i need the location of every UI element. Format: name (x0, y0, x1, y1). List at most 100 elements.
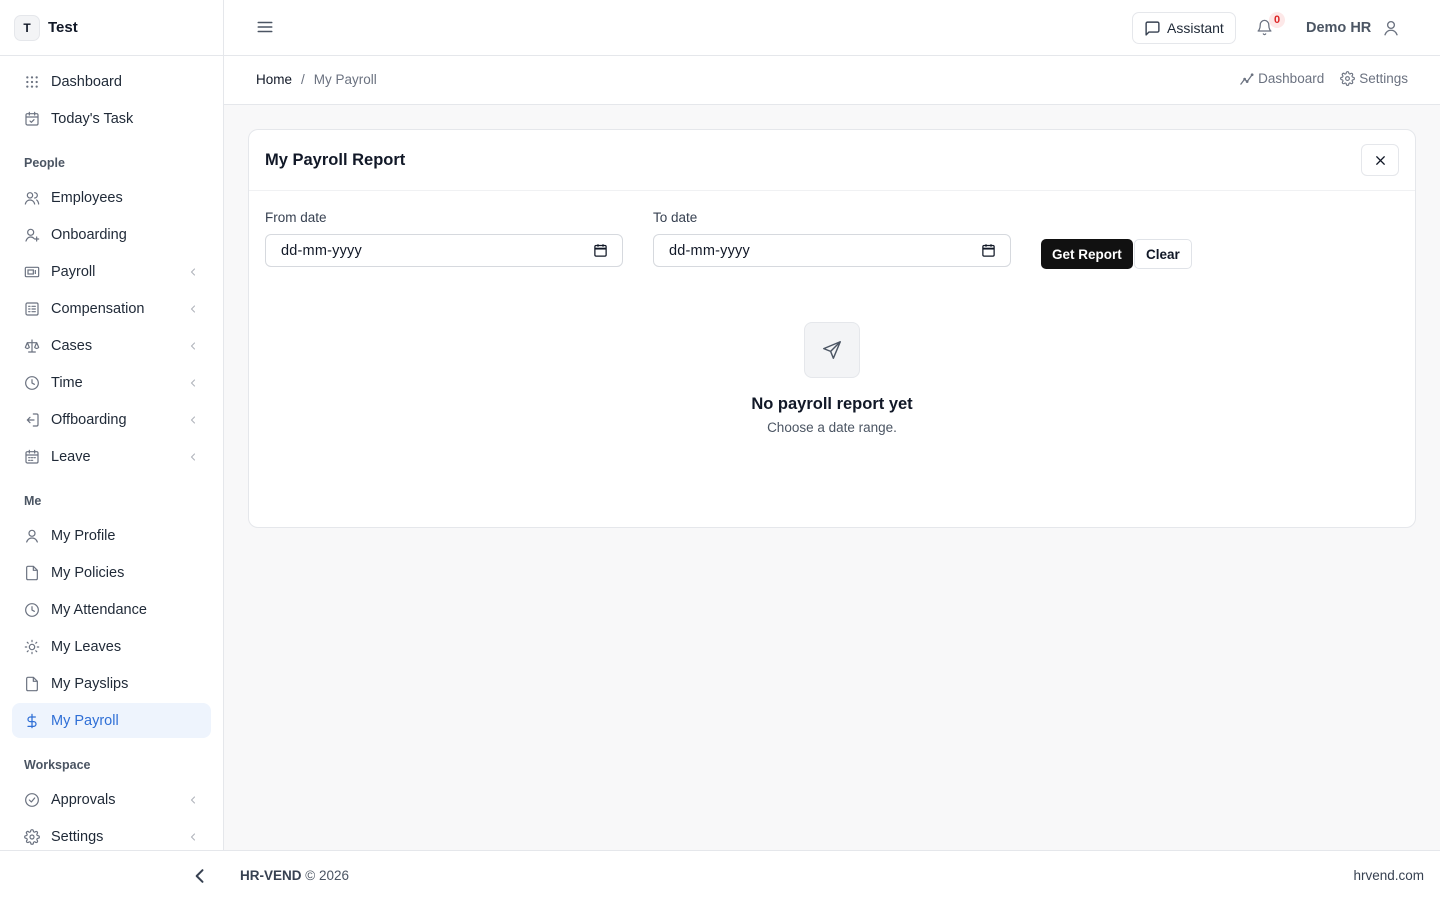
menu-toggle-icon[interactable] (256, 18, 274, 36)
card-title: My Payroll Report (265, 151, 406, 169)
sidebar-item-label: Compensation (51, 300, 145, 317)
user-name[interactable]: Demo HR (1306, 20, 1371, 36)
sidebar-item-label: Payroll (51, 263, 96, 280)
to-date-placeholder: dd-mm-yyyy (669, 242, 750, 259)
clear-button[interactable]: Clear (1134, 239, 1192, 269)
sidebar-item-label: Today's Task (51, 110, 134, 127)
message-square-icon (1144, 20, 1167, 37)
breadcrumb-home[interactable]: Home (256, 72, 292, 87)
empty-state-subtitle: Choose a date range. (767, 420, 897, 435)
sidebar-item-settings[interactable]: Settings (12, 819, 211, 850)
sidebar-item-label: My Payslips (51, 675, 129, 692)
sidebar-section-people: People (24, 156, 65, 170)
sidebar-item-label: Leave (51, 448, 91, 465)
sidebar-section-workspace: Workspace (24, 758, 91, 772)
sidebar-item-approvals[interactable]: Approvals (12, 782, 211, 817)
sidebar-item-payroll[interactable]: Payroll (12, 254, 211, 289)
banknote-icon (24, 264, 40, 280)
sidebar-item-label: Onboarding (51, 226, 127, 243)
footer-site-link[interactable]: hrvend.com (1353, 868, 1424, 883)
calendar-icon[interactable] (593, 243, 608, 258)
brand-badge: T (14, 14, 40, 41)
sidebar-nav: Dashboard Today's Task People Employees Onbo… (0, 56, 223, 850)
to-date-label: To date (653, 210, 698, 225)
assistant-label: Assistant (1167, 20, 1224, 36)
sidebar-item-label: My Attendance (51, 601, 147, 618)
sidebar-item-compensation[interactable]: Compensation (12, 291, 211, 326)
gear-icon (1340, 71, 1359, 86)
sidebar-item-label: My Leaves (51, 638, 122, 655)
sidebar-item-dashboard[interactable]: Dashboard (12, 64, 211, 99)
sidebar: T Test Dashboard Today's Task People Employ… (0, 0, 224, 850)
quick-links: Dashboard Settings (1223, 71, 1408, 86)
sidebar-item-onboarding[interactable]: Onboarding (12, 217, 211, 252)
to-date-input[interactable]: dd-mm-yyyy (653, 234, 1011, 267)
get-report-button[interactable]: Get Report (1041, 239, 1133, 269)
clock-icon (24, 375, 40, 391)
sidebar-item-employees[interactable]: Employees (12, 180, 211, 215)
user-icon[interactable] (1382, 19, 1400, 37)
calendar-icon (24, 449, 40, 465)
sidebar-item-label: Time (51, 374, 83, 391)
sidebar-item-my-leaves[interactable]: My Leaves (12, 629, 211, 664)
user-plus-icon (24, 227, 40, 243)
sidebar-item-label: Settings (51, 828, 104, 845)
payroll-report-card: My Payroll Report From date dd-mm-yyyy T… (248, 129, 1416, 528)
breadcrumb: Home / My Payroll (256, 72, 377, 87)
notification-badge: 0 (1269, 12, 1285, 28)
from-date-label: From date (265, 210, 327, 225)
sidebar-item-my-profile[interactable]: My Profile (12, 518, 211, 553)
sidebar-item-cases[interactable]: Cases (12, 328, 211, 363)
calendar-icon[interactable] (981, 243, 996, 258)
list-icon (24, 301, 40, 317)
quick-link-settings[interactable]: Settings (1340, 71, 1408, 86)
sidebar-item-my-payslips[interactable]: My Payslips (12, 666, 211, 701)
users-icon (24, 190, 40, 206)
collapse-sidebar-icon[interactable] (190, 866, 210, 886)
file-icon (24, 565, 40, 581)
chevron-left-icon (187, 794, 199, 806)
footer-copyright: HR-VEND © 2026 (240, 868, 349, 883)
sidebar-item-time[interactable]: Time (12, 365, 211, 400)
sidebar-item-leave[interactable]: Leave (12, 439, 211, 474)
card-header: My Payroll Report (249, 130, 1415, 191)
chevron-left-icon (187, 303, 199, 315)
empty-state-icon-box (804, 322, 860, 378)
calendar-check-icon (24, 111, 40, 127)
sidebar-item-label: Dashboard (51, 73, 122, 90)
assistant-button[interactable]: Assistant (1132, 12, 1236, 44)
sidebar-item-label: Cases (51, 337, 93, 354)
send-icon (821, 339, 843, 361)
sidebar-item-label: Employees (51, 189, 123, 206)
log-out-icon (24, 412, 40, 428)
footer-year: © 2026 (305, 868, 350, 883)
sidebar-item-today-s-task[interactable]: Today's Task (12, 101, 211, 136)
check-circle-icon (24, 792, 40, 808)
sidebar-item-my-payroll[interactable]: My Payroll (12, 703, 211, 738)
brand[interactable]: T Test (0, 0, 223, 56)
chevron-left-icon (187, 266, 199, 278)
chevron-left-icon (187, 414, 199, 426)
sidebar-item-label: My Policies (51, 564, 125, 581)
quick-link-dashboard-label: Dashboard (1258, 71, 1325, 86)
sidebar-item-my-policies[interactable]: My Policies (12, 555, 211, 590)
quick-link-settings-label: Settings (1359, 71, 1408, 86)
quick-link-dashboard[interactable]: Dashboard (1239, 71, 1324, 86)
user-icon (24, 528, 40, 544)
sidebar-item-offboarding[interactable]: Offboarding (12, 402, 211, 437)
chevron-left-icon (187, 377, 199, 389)
chevron-left-icon (187, 340, 199, 352)
grid-icon (24, 74, 40, 90)
chevron-left-icon (187, 831, 199, 843)
gear-icon (24, 828, 40, 845)
sidebar-item-my-attendance[interactable]: My Attendance (12, 592, 211, 627)
close-icon (1373, 153, 1388, 168)
clock-icon (24, 602, 40, 618)
empty-state-title: No payroll report yet (751, 395, 913, 413)
footer: HR-VEND © 2026 hrvend.com (0, 850, 1440, 900)
from-date-input[interactable]: dd-mm-yyyy (265, 234, 623, 267)
breadcrumb-current: My Payroll (313, 72, 377, 87)
close-button[interactable] (1361, 144, 1399, 176)
topbar: Assistant 0 Demo HR (224, 0, 1440, 56)
chart-line-icon (1239, 71, 1258, 86)
